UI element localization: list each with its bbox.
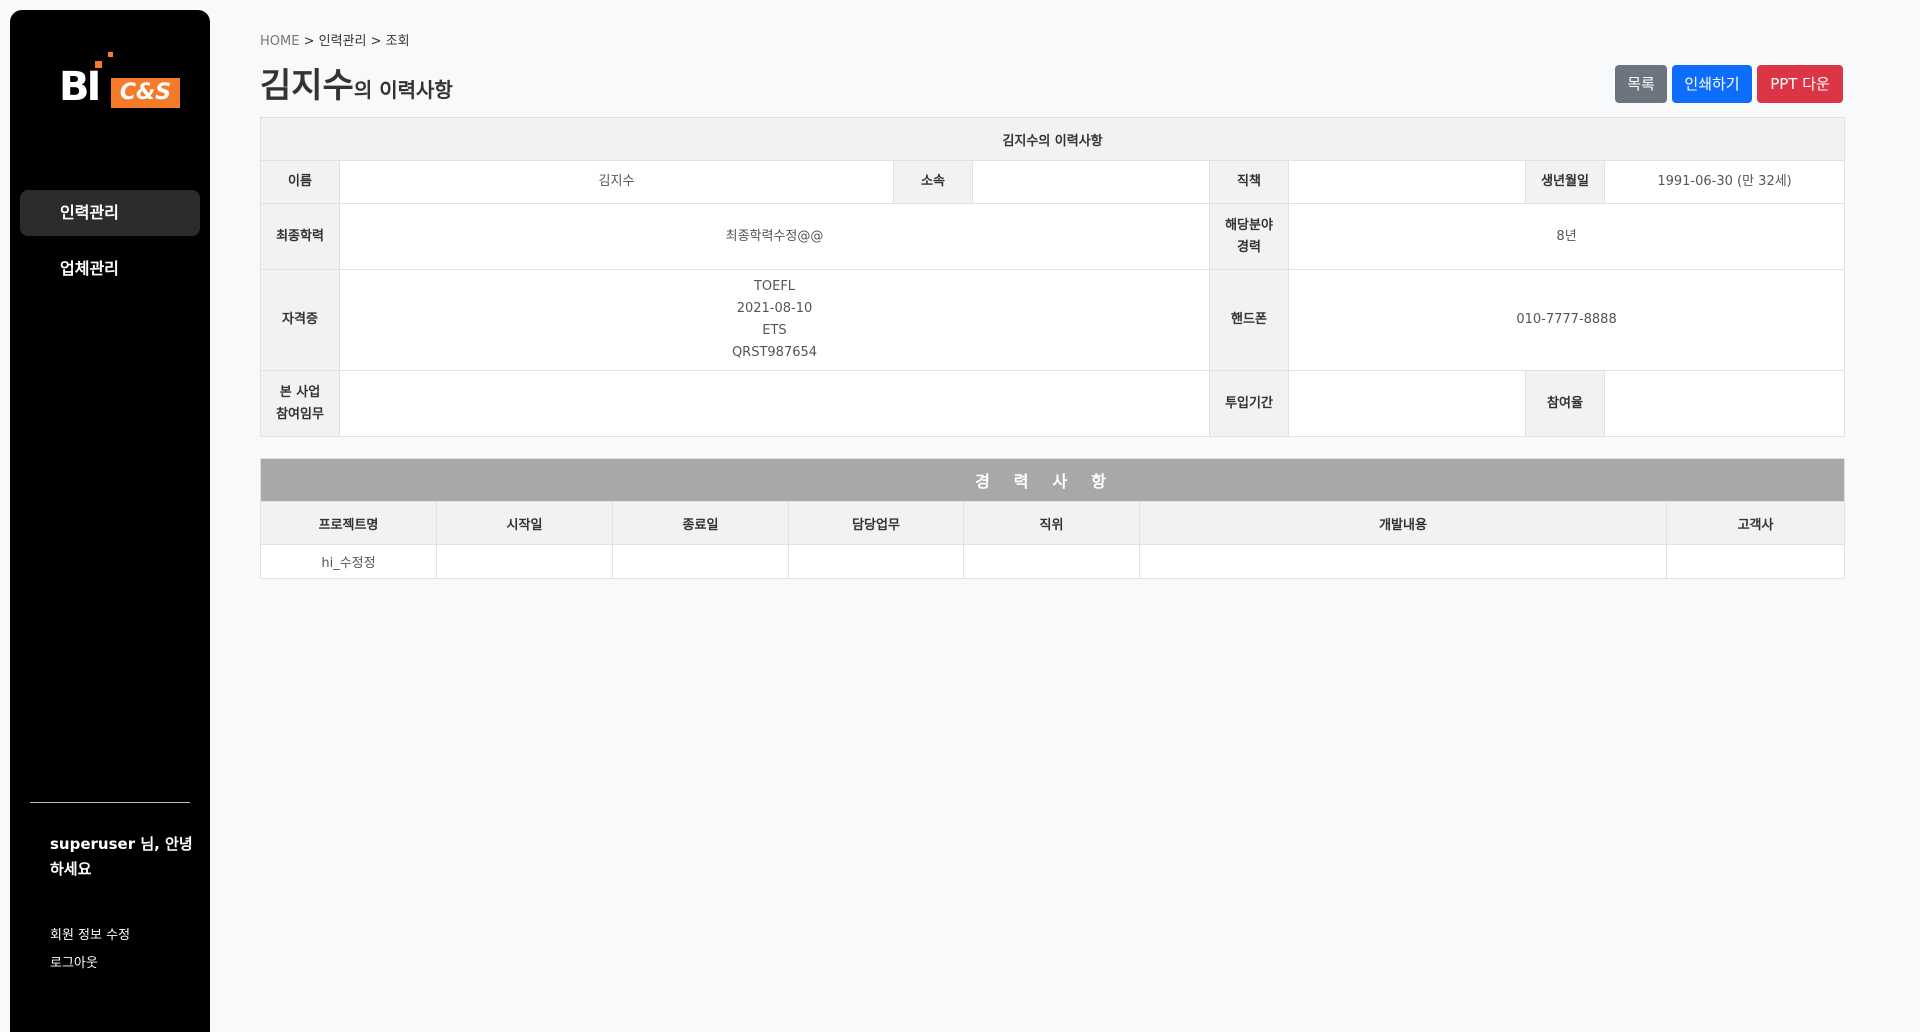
company-logo[interactable]: BI C&S [49, 49, 181, 113]
breadcrumb-page: 조회 [385, 34, 410, 49]
breadcrumb-section[interactable]: 인력관리 [319, 34, 367, 49]
phone-value: 010-7777-8888 [1287, 269, 1846, 371]
sidebar: BI C&S 인력관리 업체관리 superuser 님, 안녕하세요 회원 정… [10, 10, 210, 1032]
duty-label-line1: 본 사업 [279, 384, 321, 400]
certificate-date: 2021-08-10 [736, 301, 813, 316]
ppt-download-button[interactable]: PPT 다운 [1757, 65, 1843, 103]
certificate-value: TOEFL 2021-08-10 ETS QRST987654 [339, 269, 1210, 371]
experience-label: 해당분야 경력 [1209, 203, 1289, 270]
education-label: 최종학력 [260, 203, 340, 270]
affiliation-value [972, 160, 1210, 204]
table-cell-rank [963, 544, 1140, 579]
table-cell-development [1139, 544, 1667, 579]
name-label: 이름 [260, 160, 340, 204]
experience-label-line1: 해당분야 [1225, 217, 1273, 233]
breadcrumb: HOME > 인력관리 > 조회 [260, 30, 410, 49]
affiliation-label: 소속 [893, 160, 973, 204]
column-header-project: 프로젝트명 [260, 501, 437, 545]
column-header-duty: 담당업무 [788, 501, 964, 545]
table-cell-project: hi_수정정 [260, 544, 437, 579]
column-header-client: 고객사 [1665, 501, 1846, 545]
list-button[interactable]: 목록 [1615, 65, 1667, 103]
duty-label: 본 사업 참여임무 [260, 370, 340, 437]
birth-label: 생년월일 [1525, 160, 1605, 204]
birth-value: 1991-06-30 (만 32세) [1603, 160, 1846, 204]
breadcrumb-separator: > [370, 34, 382, 49]
table-row: hi_수정정 [260, 544, 1846, 579]
column-header-development: 개발내용 [1139, 501, 1667, 545]
certificate-number: QRST987654 [731, 345, 818, 360]
edit-profile-link[interactable]: 회원 정보 수정 [50, 926, 130, 946]
education-value: 최종학력수정@@ [339, 203, 1210, 270]
position-value [1288, 160, 1526, 204]
sidebar-item-companies[interactable]: 업체관리 [20, 246, 200, 292]
participation-value [1603, 370, 1846, 437]
profile-table-title: 김지수의 이력사항 [259, 117, 1846, 161]
table-cell-start [436, 544, 613, 579]
sidebar-divider [30, 802, 190, 803]
period-value [1288, 370, 1526, 437]
duty-value [339, 370, 1210, 437]
column-header-end: 종료일 [612, 501, 789, 545]
print-button[interactable]: 인쇄하기 [1672, 65, 1752, 103]
user-greeting: superuser 님, 안녕하세요 [50, 835, 193, 878]
page-title: 김지수의 이력사항 [260, 58, 453, 107]
experience-value: 8년 [1287, 203, 1846, 270]
page-title-name: 김지수 [260, 66, 354, 106]
logo-dot [108, 52, 113, 57]
duty-label-line2: 참여임무 [276, 406, 324, 422]
column-header-start: 시작일 [436, 501, 613, 545]
participation-label: 참여율 [1525, 370, 1605, 437]
name-value: 김지수 [339, 160, 894, 204]
position-label: 직책 [1209, 160, 1289, 204]
career-banner: 경력사항 [259, 458, 1846, 502]
experience-label-line2: 경력 [1237, 239, 1261, 255]
table-cell-client [1665, 544, 1846, 579]
table-cell-end [612, 544, 789, 579]
logo-bi-text: BI [59, 64, 101, 110]
breadcrumb-separator: > [303, 34, 315, 49]
logout-link[interactable]: 로그아웃 [50, 954, 98, 974]
sidebar-item-hr[interactable]: 인력관리 [20, 190, 200, 236]
logo-cs-text: C&S [111, 78, 180, 108]
certificate-name: TOEFL [753, 279, 796, 294]
logo-dot [95, 61, 102, 68]
certificate-issuer: ETS [762, 323, 787, 338]
career-table: 경력사항 프로젝트명 시작일 종료일 담당업무 직위 개발내용 고객사 hi_수… [259, 458, 1846, 579]
table-cell-duty [788, 544, 964, 579]
column-header-rank: 직위 [963, 501, 1140, 545]
period-label: 투입기간 [1209, 370, 1289, 437]
phone-label: 핸드폰 [1209, 269, 1289, 371]
profile-table: 김지수의 이력사항 이름 김지수 소속 직책 생년월일 1991-06-30 (… [259, 117, 1846, 437]
breadcrumb-home[interactable]: HOME [260, 34, 299, 49]
certificate-label: 자격증 [260, 269, 340, 371]
page-title-suffix: 의 이력사항 [353, 78, 453, 102]
